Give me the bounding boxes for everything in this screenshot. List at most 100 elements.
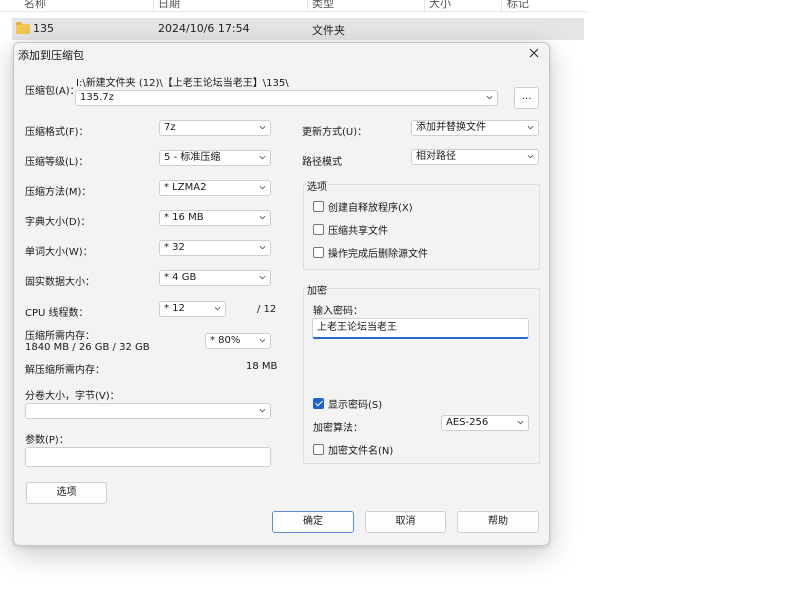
mem-value: * 80%: [210, 335, 241, 346]
format-value: 7z: [164, 122, 176, 133]
close-button[interactable]: [525, 44, 543, 62]
help-button[interactable]: 帮助: [457, 511, 539, 533]
checkbox-box[interactable]: [313, 398, 324, 409]
threads-value: * 12: [164, 303, 185, 314]
solid-label: 固实数据大小：: [25, 277, 95, 288]
chevron-down-icon: [259, 408, 266, 413]
chevron-down-icon: [259, 245, 266, 250]
encryption-method-select[interactable]: AES-256: [441, 415, 529, 431]
encryption-method-value: AES-256: [446, 417, 489, 428]
decomp-value: 18 MB: [246, 361, 278, 372]
column-date[interactable]: 日期: [158, 0, 180, 11]
encryption-group-title: 加密: [306, 282, 328, 297]
level-label: 压缩等级(L)：: [25, 157, 89, 168]
sfx-checkbox[interactable]: 创建自释放程序(X): [313, 199, 413, 214]
sfx-label: 创建自释放程序(X): [328, 203, 413, 214]
password-input[interactable]: 上老王论坛当老王: [312, 318, 529, 339]
shared-label: 压缩共享文件: [328, 226, 388, 237]
file-row[interactable]: 135 2024/10/6 17:54 文件夹: [12, 18, 584, 40]
browse-button[interactable]: ...: [514, 87, 539, 109]
chevron-down-icon: [517, 420, 524, 425]
column-tags[interactable]: 标记: [507, 0, 529, 11]
encryption-method-label: 加密算法：: [313, 423, 363, 434]
params-input[interactable]: [25, 447, 271, 467]
ok-button[interactable]: 确定: [272, 511, 354, 533]
password-label: 输入密码：: [313, 306, 363, 317]
delete-source-label: 操作完成后删除源文件: [328, 249, 428, 260]
cancel-button[interactable]: 取消: [365, 511, 446, 533]
method-value: * LZMA2: [164, 182, 207, 193]
update-label: 更新方式(U)：: [302, 127, 368, 138]
mem-detail: 1840 MB / 26 GB / 32 GB: [25, 342, 150, 353]
archive-name-combo[interactable]: 135.7z: [75, 90, 498, 106]
pathmode-value: 相对路径: [416, 151, 456, 162]
chevron-down-icon: [259, 125, 266, 130]
solid-select[interactable]: * 4 GB: [159, 270, 271, 286]
file-date: 2024/10/6 17:54: [158, 22, 250, 35]
word-value: * 32: [164, 242, 185, 253]
chevron-down-icon: [259, 185, 266, 190]
chevron-down-icon: [527, 125, 534, 130]
checkbox-box[interactable]: [313, 247, 324, 258]
word-select[interactable]: * 32: [159, 240, 271, 256]
column-separator[interactable]: [153, 0, 154, 12]
update-select[interactable]: 添加并替换文件: [411, 120, 539, 136]
dict-value: * 16 MB: [164, 212, 204, 223]
chevron-down-icon: [259, 338, 266, 343]
threads-select[interactable]: * 12: [159, 301, 226, 317]
dict-select[interactable]: * 16 MB: [159, 210, 271, 226]
pathmode-label: 路径模式: [302, 157, 342, 168]
checkbox-box[interactable]: [313, 444, 324, 455]
column-separator[interactable]: [307, 0, 308, 12]
threads-label: CPU 线程数：: [25, 308, 89, 319]
options-group-title: 选项: [306, 178, 328, 193]
shared-checkbox[interactable]: 压缩共享文件: [313, 222, 388, 237]
chevron-down-icon: [259, 275, 266, 280]
chevron-down-icon: [527, 154, 534, 159]
file-name: 135: [33, 22, 54, 35]
chevron-down-icon: [259, 155, 266, 160]
column-name[interactable]: 名称: [24, 0, 46, 11]
split-label: 分卷大小，字节(V)：: [25, 391, 120, 402]
params-label: 参数(P)：: [25, 435, 69, 446]
dict-label: 字典大小(D)：: [25, 217, 91, 228]
delete-source-checkbox[interactable]: 操作完成后删除源文件: [313, 245, 428, 260]
file-type: 文件夹: [312, 24, 345, 37]
archive-path: I:\新建文件夹 (12)\【上老王论坛当老王】\135\: [76, 78, 289, 89]
method-select[interactable]: * LZMA2: [159, 180, 271, 196]
column-size[interactable]: 大小: [429, 0, 451, 11]
threads-max: / 12: [257, 304, 277, 315]
close-icon: [529, 48, 539, 58]
show-password-checkbox[interactable]: 显示密码(S): [313, 396, 382, 411]
checkbox-box[interactable]: [313, 224, 324, 235]
level-value: 5 - 标准压缩: [164, 152, 221, 163]
add-to-archive-dialog: 添加到压缩包 压缩包(A)： I:\新建文件夹 (12)\【上老王论坛当老王】\…: [13, 42, 550, 546]
dialog-title: 添加到压缩包: [18, 49, 84, 62]
pathmode-select[interactable]: 相对路径: [411, 149, 539, 165]
options-button[interactable]: 选项: [26, 482, 107, 504]
level-select[interactable]: 5 - 标准压缩: [159, 150, 271, 166]
encrypt-names-checkbox[interactable]: 加密文件名(N): [313, 442, 393, 457]
solid-value: * 4 GB: [164, 272, 197, 283]
show-password-label: 显示密码(S): [328, 400, 383, 411]
archive-name-value: 135.7z: [80, 92, 114, 103]
decomp-label: 解压缩所需内存：: [25, 365, 105, 376]
checkbox-box[interactable]: [313, 201, 324, 212]
column-type[interactable]: 类型: [312, 0, 334, 11]
column-separator[interactable]: [424, 0, 425, 12]
chevron-down-icon: [486, 95, 493, 100]
folder-icon: [16, 22, 30, 34]
column-separator[interactable]: [501, 0, 502, 12]
chevron-down-icon: [214, 306, 221, 311]
word-label: 单词大小(W)：: [25, 247, 93, 258]
mem-select[interactable]: * 80%: [205, 333, 271, 349]
method-label: 压缩方法(M)：: [25, 187, 92, 198]
format-label: 压缩格式(F)：: [25, 127, 89, 138]
encrypt-names-label: 加密文件名(N): [328, 446, 394, 457]
split-combo[interactable]: [25, 403, 271, 419]
chevron-down-icon: [259, 215, 266, 220]
update-value: 添加并替换文件: [416, 122, 486, 133]
archive-label: 压缩包(A)：: [25, 86, 80, 97]
format-select[interactable]: 7z: [159, 120, 271, 136]
mem-label: 压缩所需内存：: [25, 331, 95, 342]
